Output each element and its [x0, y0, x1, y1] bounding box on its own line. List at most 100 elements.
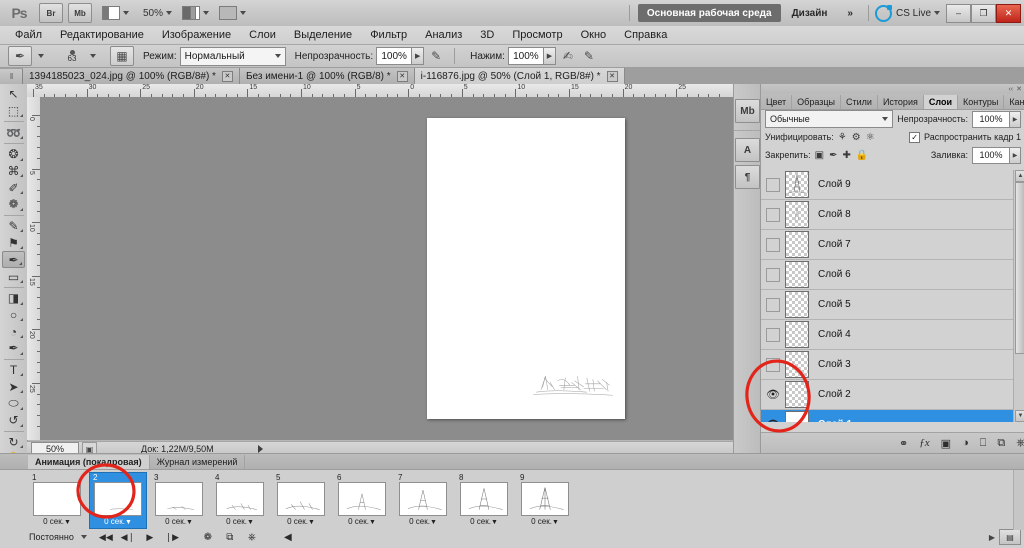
minimize-button[interactable]: – — [946, 3, 971, 23]
frame-thumbnail[interactable] — [155, 482, 203, 516]
layer-opacity-input[interactable]: 100% — [972, 110, 1010, 128]
layer-row[interactable]: Слой 4 — [761, 320, 1024, 350]
scrollbar-thumb[interactable] — [1015, 182, 1024, 354]
menu-item-edit[interactable]: Редактирование — [51, 26, 153, 44]
frame-delay[interactable]: 0 сек.▼ — [165, 517, 193, 528]
chevron-down-icon[interactable] — [166, 11, 173, 15]
new-layer-icon[interactable]: ⧉ — [997, 437, 1005, 450]
flow-stepper[interactable]: ▶ — [543, 47, 556, 65]
animation-frames-strip[interactable]: 1 0 сек.▼ 2 0 сек.▼ 3 0 сек.▼ 4 0 сек.▼ 5 0 сек.▼… — [28, 470, 574, 529]
layer-row[interactable]: 👁 Слой 2 — [761, 380, 1024, 410]
frame-delay[interactable]: 0 сек.▼ — [348, 517, 376, 528]
layer-thumbnail[interactable] — [785, 381, 809, 408]
layer-thumbnail[interactable] — [785, 291, 809, 318]
layer-row[interactable]: Слой 7 — [761, 230, 1024, 260]
eraser-tool[interactable]: ▭ — [2, 268, 25, 285]
layer-list[interactable]: Слой 9 Слой 8 Слой 7 Слой 6 Слой 5 Слой 4 Слой… — [761, 170, 1024, 422]
layer-row[interactable]: Слой 5 — [761, 290, 1024, 320]
workspace-design-tab[interactable]: Дизайн — [783, 4, 837, 22]
convert-to-timeline-icon[interactable]: ▤ — [999, 529, 1021, 545]
layer-mask-icon[interactable]: ▣ — [941, 437, 951, 450]
flow-input[interactable]: 100% — [507, 47, 544, 65]
panel-expand-arrow-icon[interactable]: ▶ — [989, 533, 995, 542]
document-tab-2[interactable]: Без имени-1 @ 100% (RGB/8) * ✕ — [239, 68, 415, 84]
mini-bridge-icon[interactable]: Mb — [735, 99, 760, 123]
tween-frames-button[interactable]: ❁ — [200, 530, 216, 544]
frame-delay[interactable]: 0 сек.▼ — [531, 517, 559, 528]
animation-frame[interactable]: 7 0 сек.▼ — [394, 472, 452, 529]
frame-thumbnail[interactable] — [521, 482, 569, 516]
animation-frame[interactable]: 4 0 сек.▼ — [211, 472, 269, 529]
close-icon[interactable]: ✕ — [221, 70, 233, 82]
frame-delay[interactable]: 0 сек.▼ — [470, 517, 498, 528]
zoom-level-select[interactable]: 50% — [143, 8, 173, 19]
brush-size-picker[interactable]: 63 — [60, 47, 84, 65]
link-layers-icon[interactable]: ⚭ — [899, 437, 908, 450]
looping-option-select[interactable]: Постоянно — [28, 531, 92, 543]
lasso-tool[interactable]: ➿ — [2, 124, 25, 141]
tab-measurement-log[interactable]: Журнал измерений — [150, 455, 246, 469]
animation-frame[interactable]: 6 0 сек.▼ — [333, 472, 391, 529]
brush-panel-toggle-icon[interactable]: ▦ — [110, 46, 134, 66]
frame-delay[interactable]: 0 сек.▼ — [409, 517, 437, 528]
document-tab-3[interactable]: i-116876.jpg @ 50% (Слой 1, RGB/8#) * ✕ — [414, 68, 625, 84]
opacity-pressure-icon[interactable]: ✎ — [427, 47, 445, 65]
eyedropper-tool[interactable]: ✐ — [2, 179, 25, 196]
layer-fill-stepper[interactable]: ▶ — [1010, 146, 1021, 164]
path-selection-tool[interactable]: ➤ — [2, 378, 25, 395]
quick-selection-tool[interactable]: ❂ — [2, 146, 25, 163]
active-tool-icon[interactable]: ✒ — [8, 46, 32, 66]
menu-item-3d[interactable]: 3D — [471, 26, 503, 44]
layer-visibility-toggle[interactable] — [763, 235, 783, 255]
opacity-input[interactable]: 100% — [376, 47, 413, 65]
workspace-more-button[interactable]: » — [838, 4, 862, 22]
layer-visibility-eye-icon[interactable]: 👁 — [763, 415, 783, 422]
tablet-pressure-icon[interactable]: ✎ — [580, 47, 598, 65]
paragraph-panel-icon[interactable]: ¶ — [735, 165, 760, 189]
chevron-down-icon[interactable] — [123, 11, 129, 15]
dodge-tool[interactable]: ◔ — [2, 323, 25, 340]
3d-orbit-tool[interactable]: ↻ — [2, 433, 25, 450]
layer-visibility-toggle[interactable] — [763, 325, 783, 345]
document-page[interactable] — [427, 118, 625, 419]
clone-stamp-tool[interactable]: ⚑ — [2, 234, 25, 251]
menu-item-image[interactable]: Изображение — [153, 26, 240, 44]
frame-delay[interactable]: 0 сек.▼ — [43, 517, 71, 528]
layers-panel-titlebar[interactable]: ‹‹ ✕ — [761, 84, 1024, 94]
tab-bar-grip[interactable]: ‖ — [0, 69, 23, 84]
chevron-down-icon[interactable] — [38, 54, 44, 58]
delete-layer-icon[interactable]: ⎈ — [1016, 437, 1024, 450]
animation-right-scrollbar[interactable] — [1013, 470, 1024, 530]
frame-thumbnail[interactable] — [460, 482, 508, 516]
layers-scrollbar[interactable]: ▲ ▼ — [1013, 170, 1024, 422]
layer-blend-mode-select[interactable]: Обычные — [765, 110, 894, 128]
lock-transparent-pixels-icon[interactable]: ▣ — [815, 150, 824, 161]
unify-style-icon[interactable]: ⚛ — [866, 132, 875, 143]
close-icon[interactable]: ✕ — [606, 70, 618, 82]
workspace-essentials-tab[interactable]: Основная рабочая среда — [637, 4, 781, 22]
animation-frame[interactable]: 9 0 сек.▼ — [516, 472, 574, 529]
menu-item-window[interactable]: Окно — [572, 26, 616, 44]
layer-thumbnail[interactable] — [785, 351, 809, 378]
restore-button[interactable]: ❐ — [971, 3, 996, 23]
layer-thumbnail[interactable] — [785, 321, 809, 348]
3d-rotate-tool[interactable]: ↺ — [2, 412, 25, 429]
menu-item-select[interactable]: Выделение — [285, 26, 361, 44]
type-tool[interactable]: T — [2, 362, 25, 379]
delete-frame-button[interactable]: ⎈ — [244, 530, 260, 544]
crop-tool[interactable]: ⌘ — [2, 163, 25, 180]
tab-paths[interactable]: Контуры — [958, 95, 1005, 109]
scroll-down-arrow-icon[interactable]: ▼ — [1015, 410, 1024, 422]
menu-item-file[interactable]: Файл — [6, 26, 51, 44]
layer-fill-input[interactable]: 100% — [972, 146, 1010, 164]
layer-visibility-toggle[interactable] — [763, 355, 783, 375]
chevron-down-icon[interactable] — [240, 11, 247, 15]
gradient-tool[interactable]: ◨ — [2, 290, 25, 307]
airbrush-toggle-icon[interactable]: ✍ — [559, 47, 577, 65]
tab-layers[interactable]: Слои — [923, 95, 958, 109]
frame-thumbnail[interactable] — [33, 482, 81, 516]
blend-mode-select[interactable]: Нормальный — [179, 46, 286, 66]
blur-tool[interactable]: ○ — [2, 307, 25, 324]
horizontal-ruler[interactable]: 35 30 25 20 15 10 5 0 5 10 15 20 25 — [27, 84, 733, 98]
layer-row[interactable]: Слой 8 — [761, 200, 1024, 230]
